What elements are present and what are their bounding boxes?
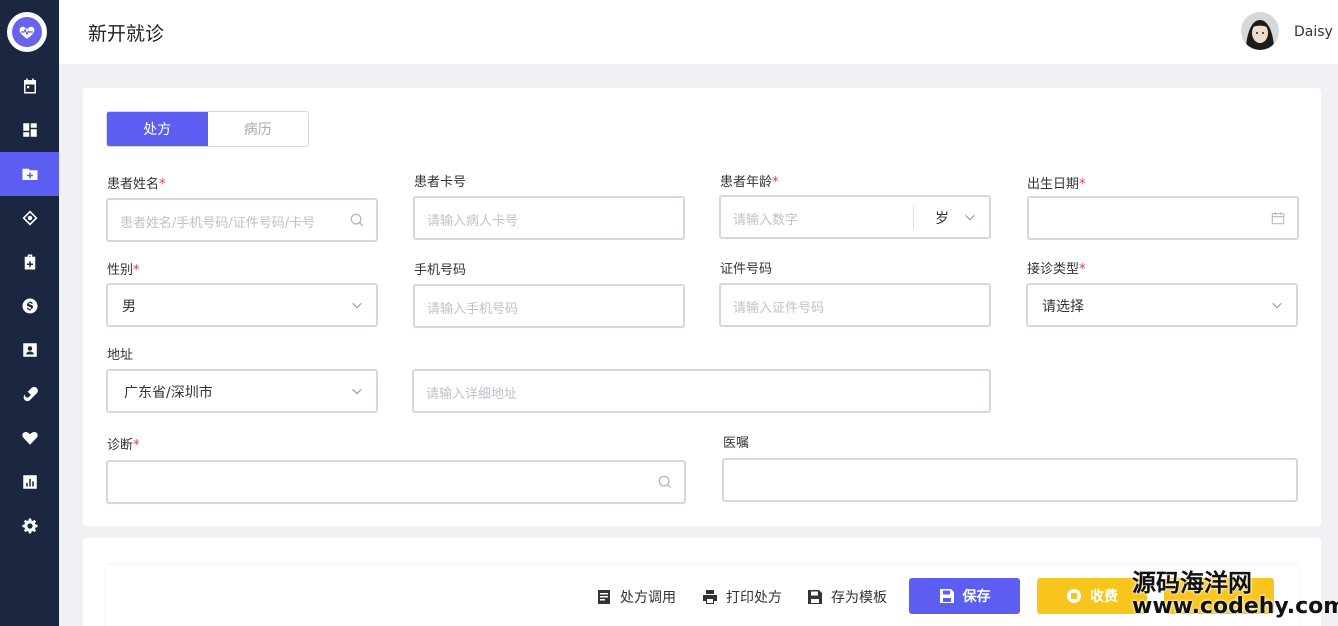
heart-icon (21, 431, 38, 445)
app-logo[interactable] (7, 12, 47, 52)
calendar-icon (1271, 212, 1285, 225)
address-detail-input[interactable]: 请输入详细地址 (412, 369, 991, 413)
id-no-input[interactable]: 请输入证件号码 (719, 283, 991, 327)
card-no-input[interactable]: 请输入病人卡号 (413, 196, 685, 240)
sidebar-item-favorites[interactable] (0, 416, 59, 460)
sidebar-item-calendar[interactable] (0, 64, 59, 108)
tab-prescription[interactable]: 处方 (107, 112, 208, 146)
age-unit-select[interactable]: 岁 (935, 208, 949, 228)
chevron-down-icon (352, 302, 362, 309)
charge-button[interactable]: 收费 (1037, 578, 1147, 614)
patient-name-label: 患者姓名* (107, 177, 166, 192)
chart-icon (22, 475, 37, 489)
chevron-down-icon (965, 214, 975, 221)
search-icon (350, 213, 364, 227)
gear-icon (22, 518, 37, 534)
id-no-label: 证件号码 (720, 262, 773, 277)
tab-medical-record[interactable]: 病历 (207, 112, 308, 146)
dollar-icon (22, 298, 37, 314)
printer-icon (703, 590, 717, 604)
record-tabs: 处方 病历 (106, 111, 309, 147)
sidebar-item-reports[interactable] (0, 460, 59, 504)
sidebar-item-pharmacy[interactable] (0, 372, 59, 416)
advice-label: 医嘱 (723, 436, 750, 451)
sidebar (0, 0, 59, 626)
visit-type-label: 接诊类型* (1027, 262, 1086, 277)
calendar-icon (23, 78, 36, 94)
sidebar-item-new-visit[interactable] (0, 152, 59, 196)
avatar[interactable] (1241, 12, 1279, 50)
region-select[interactable]: 广东省/深圳市 (106, 369, 378, 413)
birth-date-label: 出生日期* (1027, 177, 1086, 192)
gender-label: 性别* (107, 263, 140, 278)
medical-kit-icon (24, 254, 35, 270)
advice-input[interactable] (722, 458, 1298, 502)
top-header: 新开就诊 Daisy (59, 0, 1338, 64)
phone-label: 手机号码 (414, 263, 467, 278)
pill-icon (23, 386, 38, 402)
chevron-down-icon (1272, 302, 1282, 309)
prescription-call-button[interactable]: 处方调用 (596, 587, 676, 607)
sidebar-item-medical[interactable] (0, 240, 59, 284)
tag-icon (22, 210, 37, 226)
diagnosis-search-input[interactable] (106, 460, 686, 504)
watermark-text: 源码海洋网 (1132, 569, 1252, 597)
document-icon (598, 590, 610, 604)
sidebar-item-tags[interactable] (0, 196, 59, 240)
search-icon (658, 475, 672, 489)
floppy-disk-icon (808, 590, 822, 604)
dashboard-icon (22, 123, 37, 137)
save-template-button[interactable]: 存为模板 (807, 587, 887, 607)
birth-date-picker[interactable] (1027, 196, 1299, 240)
address-label: 地址 (107, 348, 134, 363)
contact-card-icon (22, 343, 37, 357)
watermark-url: www.codehy.com (1132, 594, 1338, 619)
heart-pulse-icon (12, 17, 42, 47)
sidebar-item-patients[interactable] (0, 328, 59, 372)
page-title: 新开就诊 (88, 23, 165, 45)
floppy-disk-icon (939, 589, 954, 603)
action-toolbar: 处方调用 打印处方 存为模板 保存 收费 (106, 565, 1298, 626)
phone-input[interactable]: 请输入手机号码 (413, 284, 685, 328)
age-input[interactable]: 请输入数字 岁 (719, 195, 991, 239)
diagnosis-label: 诊断* (107, 438, 140, 453)
sidebar-item-billing[interactable] (0, 284, 59, 328)
save-button[interactable]: 保存 (909, 578, 1020, 614)
patient-name-search-input[interactable]: 患者姓名/手机号码/证件号码/卡号 (106, 198, 378, 242)
username[interactable]: Daisy (1294, 24, 1333, 40)
card-no-label: 患者卡号 (414, 175, 467, 190)
chevron-down-icon (352, 388, 362, 395)
sidebar-item-dashboard[interactable] (0, 108, 59, 152)
visit-type-select[interactable]: 请选择 (1026, 283, 1298, 327)
age-label: 患者年龄* (720, 175, 779, 190)
folder-add-icon (22, 168, 37, 180)
coin-icon (1067, 589, 1081, 603)
gender-select[interactable]: 男 (106, 283, 378, 327)
print-prescription-button[interactable]: 打印处方 (702, 587, 782, 607)
sidebar-item-settings[interactable] (0, 504, 59, 548)
